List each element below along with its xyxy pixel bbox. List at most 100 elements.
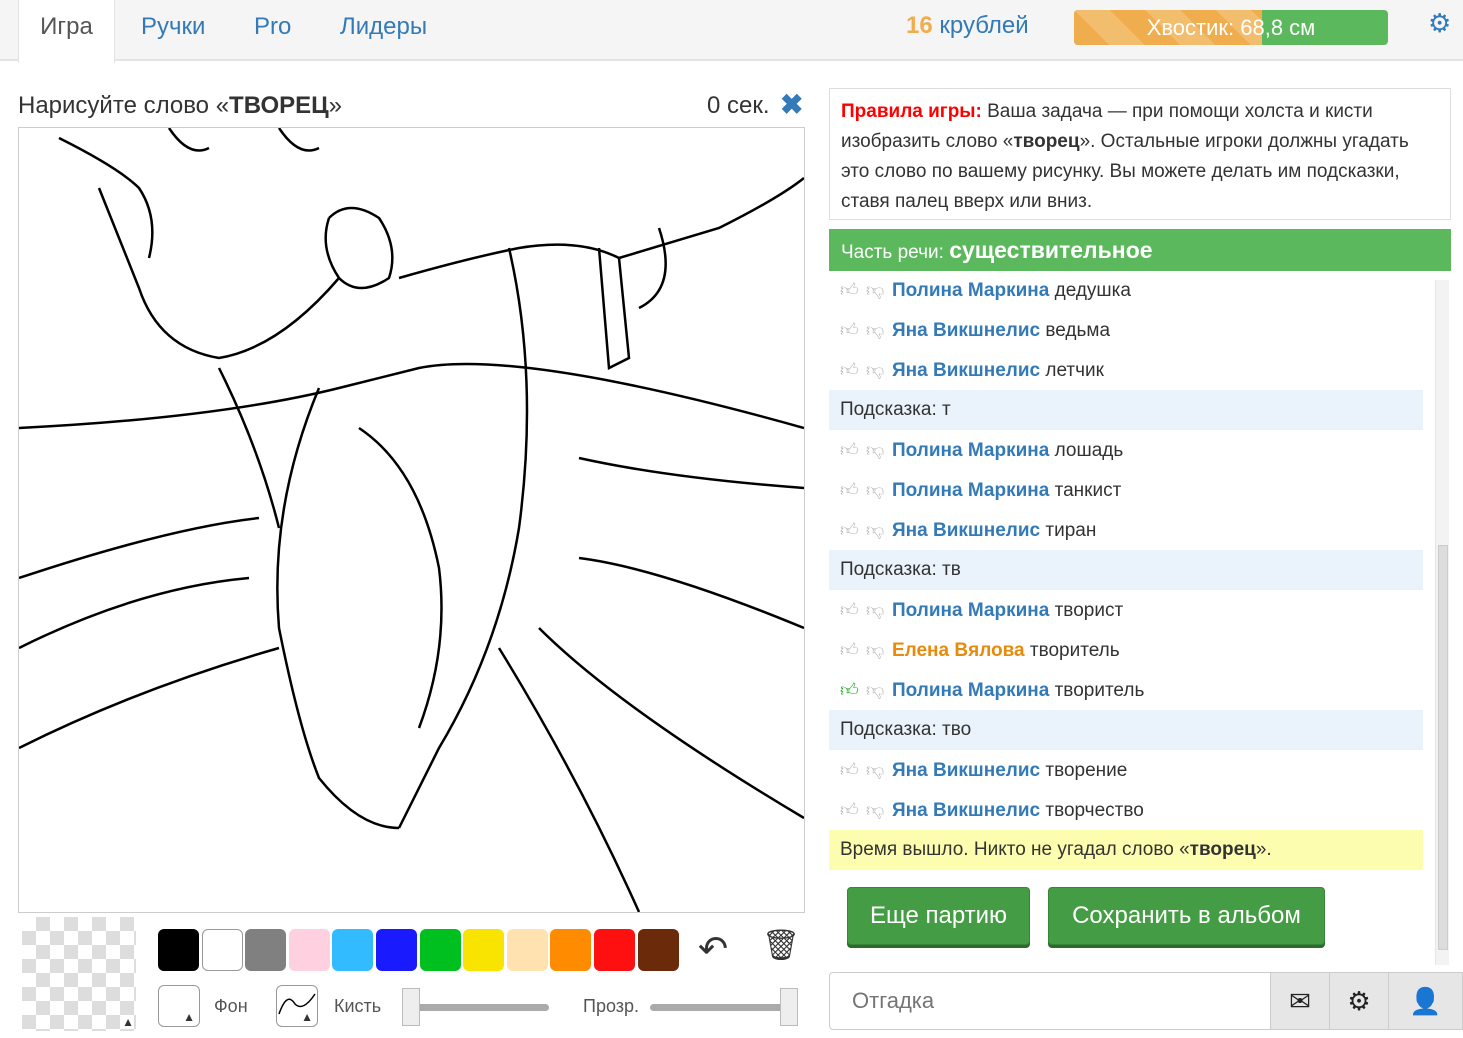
thumb-down-icon[interactable]: 👎︎ [866, 510, 892, 550]
color-swatch[interactable] [376, 929, 417, 971]
save-to-album-button[interactable]: Сохранить в альбом [1048, 887, 1325, 945]
guess-row: 👍︎ 👎︎ Полина Маркина лошадь [829, 430, 1435, 470]
undo-icon[interactable]: ↶ [698, 928, 728, 970]
timer: 0 сек. [707, 92, 770, 119]
color-swatch[interactable] [594, 929, 635, 971]
guess-word: творитель [1029, 640, 1120, 661]
guess-word: ведьма [1045, 320, 1111, 341]
player-name[interactable]: Полина Маркина [892, 280, 1049, 301]
thumb-up-icon[interactable]: 👍︎ [840, 510, 866, 550]
background-label: Фон [214, 996, 248, 1016]
brush-size-thumb[interactable] [402, 988, 420, 1026]
guess-row: 👍︎ 👎︎ Полина Маркина дедушка [829, 270, 1435, 310]
thumb-down-icon[interactable]: 👎︎ [866, 310, 892, 350]
player-name[interactable]: Яна Викшнелис [892, 800, 1040, 821]
player-name[interactable]: Яна Викшнелис [892, 320, 1040, 341]
prompt-word: ТВОРЕЦ [229, 92, 329, 119]
color-swatch[interactable] [506, 929, 548, 971]
drawing-canvas[interactable] [18, 127, 805, 913]
guess-word: творитель [1054, 680, 1145, 701]
result-text: Время вышло. Никто не угадал слово « [840, 839, 1190, 860]
chat-scrollbar[interactable] [1435, 280, 1449, 965]
thumb-down-icon[interactable]: 👎︎ [866, 270, 892, 310]
thumb-up-icon[interactable]: 👍︎ [840, 470, 866, 510]
result-message: Время вышло. Никто не угадал слово «твор… [829, 830, 1423, 870]
thumb-up-icon[interactable]: 👍︎ [840, 750, 866, 790]
thumb-down-icon[interactable]: 👎︎ [866, 470, 892, 510]
hint-value: : т [931, 399, 951, 420]
close-icon[interactable]: ✖ [780, 88, 803, 121]
guess-row: 👍︎ 👎︎ Полина Маркина творитель [829, 670, 1435, 710]
opacity-label: Прозр. [583, 996, 640, 1016]
thumb-up-icon[interactable]: 👍︎ [840, 630, 866, 670]
guess-word: танкист [1054, 480, 1122, 501]
player-name[interactable]: Яна Викшнелис [892, 520, 1040, 541]
player-name[interactable]: Полина Маркина [892, 600, 1049, 621]
player-name[interactable]: Полина Маркина [892, 680, 1049, 701]
hint-label: Подсказка [840, 719, 932, 740]
thumb-up-icon[interactable]: 👍︎ [840, 310, 866, 350]
chat-list: 👍︎ 👎︎ Полина Маркина дедушка 👍︎ 👎︎ Яна Викшне… [829, 270, 1435, 870]
brush-label: Кисть [334, 996, 382, 1016]
drawing-strokes [18, 127, 805, 913]
tab-pro[interactable]: Pro [254, 0, 291, 61]
color-swatch[interactable] [419, 929, 461, 971]
hint-label: Подсказка [840, 399, 932, 420]
color-swatch[interactable] [463, 929, 505, 971]
thumb-up-icon[interactable]: 👍︎ [840, 670, 866, 710]
player-name[interactable]: Полина Маркина [892, 440, 1049, 461]
player-name[interactable]: Полина Маркина [892, 480, 1049, 501]
clear-canvas-icon[interactable]: 🗑 [762, 928, 800, 963]
background-picker[interactable]: ▲ [158, 985, 200, 1027]
hint-label: Подсказка [840, 559, 932, 580]
tab-game[interactable]: Игра [18, 0, 115, 63]
coins[interactable]: 16 крублей [906, 12, 1029, 40]
hint-row: Подсказка: т [829, 390, 1423, 430]
color-swatch[interactable] [332, 929, 374, 971]
color-swatch[interactable] [288, 929, 330, 971]
thumb-down-icon[interactable]: 👎︎ [866, 750, 892, 790]
envelope-icon[interactable]: ✉ [1270, 972, 1330, 1030]
color-swatch[interactable] [550, 929, 592, 971]
tab-leaders[interactable]: Лидеры [340, 0, 427, 61]
player-name[interactable]: Яна Викшнелис [892, 360, 1040, 381]
rules-title: Правила игры: [841, 101, 982, 122]
thumb-down-icon[interactable]: 👎︎ [866, 630, 892, 670]
color-swatch[interactable] [245, 929, 287, 971]
guess-word: лошадь [1054, 440, 1124, 461]
player-name[interactable]: Яна Викшнелис [892, 760, 1040, 781]
tab-pens[interactable]: Ручки [141, 0, 205, 61]
color-swatch[interactable] [637, 929, 679, 971]
gear-icon[interactable]: ⚙ [1329, 972, 1389, 1030]
result-end: ». [1255, 839, 1272, 860]
guess-input[interactable] [829, 972, 1271, 1030]
tail-label: Хвостик: 68,8 см [1146, 15, 1316, 40]
thumb-up-icon[interactable]: 👍︎ [840, 430, 866, 470]
thumb-up-icon[interactable]: 👍︎ [840, 590, 866, 630]
thumb-up-icon[interactable]: 👍︎ [840, 350, 866, 390]
player-name[interactable]: Елена Вялова [892, 640, 1025, 661]
thumb-up-icon[interactable]: 👍︎ [840, 270, 866, 310]
brush-size-slider[interactable] [404, 1004, 549, 1011]
opacity-slider[interactable] [650, 1004, 795, 1011]
settings-gear-icon[interactable]: ⚙ [1428, 8, 1451, 39]
scrollbar-thumb[interactable] [1438, 545, 1448, 950]
pos-label: Часть речи: [841, 242, 950, 263]
color-swatch[interactable] [158, 929, 199, 971]
coins-amount: 16 [906, 12, 933, 39]
color-swatch[interactable] [201, 929, 243, 971]
thumb-down-icon[interactable]: 👎︎ [866, 350, 892, 390]
thumb-down-icon[interactable]: 👎︎ [866, 790, 892, 830]
opacity-thumb[interactable] [780, 988, 798, 1026]
result-word: творец [1189, 839, 1256, 860]
prompt-suffix: » [328, 92, 343, 119]
triangle-down-icon[interactable]: ▲ [122, 1015, 134, 1029]
thumb-down-icon[interactable]: 👎︎ [866, 670, 892, 710]
guess-word: летчик [1045, 360, 1104, 381]
thumb-down-icon[interactable]: 👎︎ [866, 430, 892, 470]
user-icon[interactable]: 👤 [1388, 972, 1463, 1030]
play-again-button[interactable]: Еще партию [847, 887, 1030, 945]
brush-picker[interactable]: ▲ [276, 985, 318, 1027]
thumb-up-icon[interactable]: 👍︎ [840, 790, 866, 830]
thumb-down-icon[interactable]: 👎︎ [866, 590, 892, 630]
